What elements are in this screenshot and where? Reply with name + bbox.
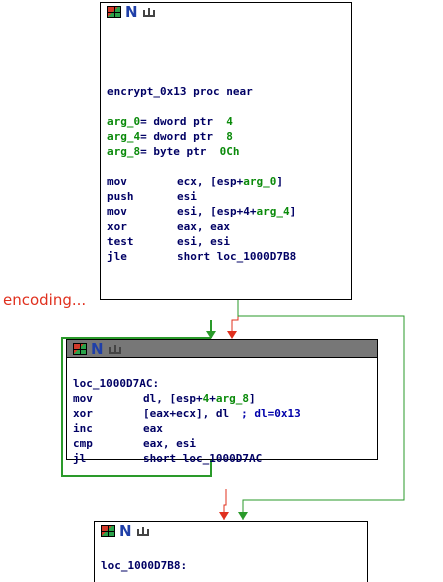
encoding-annotation: encoding... xyxy=(3,291,87,309)
instruction-line[interactable]: mov dl, [esp+4+arg_8] xyxy=(73,391,371,406)
proc-declaration[interactable]: encrypt_0x13 proc near xyxy=(107,84,345,99)
n-icon[interactable]: N xyxy=(125,5,138,20)
code-block-loop[interactable]: N loc_1000D7AC: mov dl, [esp+4+arg_8] xor… xyxy=(66,339,378,465)
instruction-line[interactable]: push esi xyxy=(107,189,345,204)
instruction-line[interactable]: test esi, esi xyxy=(107,234,345,249)
graph-icon[interactable] xyxy=(136,525,150,537)
grid-icon[interactable] xyxy=(101,525,115,537)
instruction-line[interactable]: jl short loc_1000D7AC xyxy=(73,451,371,466)
instruction-line[interactable]: xor [eax+ecx], dl; dl=0x13 xyxy=(73,406,371,421)
comment: ; dl=0x13 xyxy=(241,407,301,420)
instruction-line[interactable]: inc eax xyxy=(73,421,371,436)
block-titlebar[interactable]: N xyxy=(101,3,351,21)
graph-icon[interactable] xyxy=(142,6,156,18)
jump-arrowhead-block3 xyxy=(238,512,248,520)
instruction-line[interactable]: mov esi, [esp+4+arg_4] xyxy=(107,204,345,219)
n-icon[interactable]: N xyxy=(91,341,104,356)
arg-line: arg_8= byte ptr 0Ch xyxy=(107,145,240,158)
code-block-encrypt[interactable]: N encrypt_0x13 proc near arg_0= dword pt… xyxy=(100,2,352,300)
graph-icon[interactable] xyxy=(108,343,122,355)
arg-line: arg_4= dword ptr 8 xyxy=(107,130,233,143)
block-titlebar[interactable]: N xyxy=(95,522,367,540)
instruction-line[interactable]: jle short loc_1000D7B8 xyxy=(107,249,345,264)
grid-icon[interactable] xyxy=(73,342,87,355)
fallthrough-arrowhead-1 xyxy=(227,331,237,339)
block-titlebar[interactable]: N xyxy=(67,340,377,358)
block-label[interactable]: loc_1000D7AC: xyxy=(73,376,371,391)
grid-icon[interactable] xyxy=(107,6,121,18)
instruction-line[interactable]: xor eax, eax xyxy=(107,219,345,234)
n-icon[interactable]: N xyxy=(119,524,132,539)
instruction-line[interactable]: cmp eax, esi xyxy=(73,436,371,451)
fallthrough-arrowhead-2 xyxy=(219,512,229,520)
arg-line: arg_0= dword ptr 4 xyxy=(107,115,233,128)
block-label[interactable]: loc_1000D7B8: xyxy=(101,558,361,573)
code-block-exit[interactable]: N loc_1000D7B8: xyxy=(94,521,368,582)
instruction-line[interactable]: mov ecx, [esp+arg_0] xyxy=(107,174,345,189)
